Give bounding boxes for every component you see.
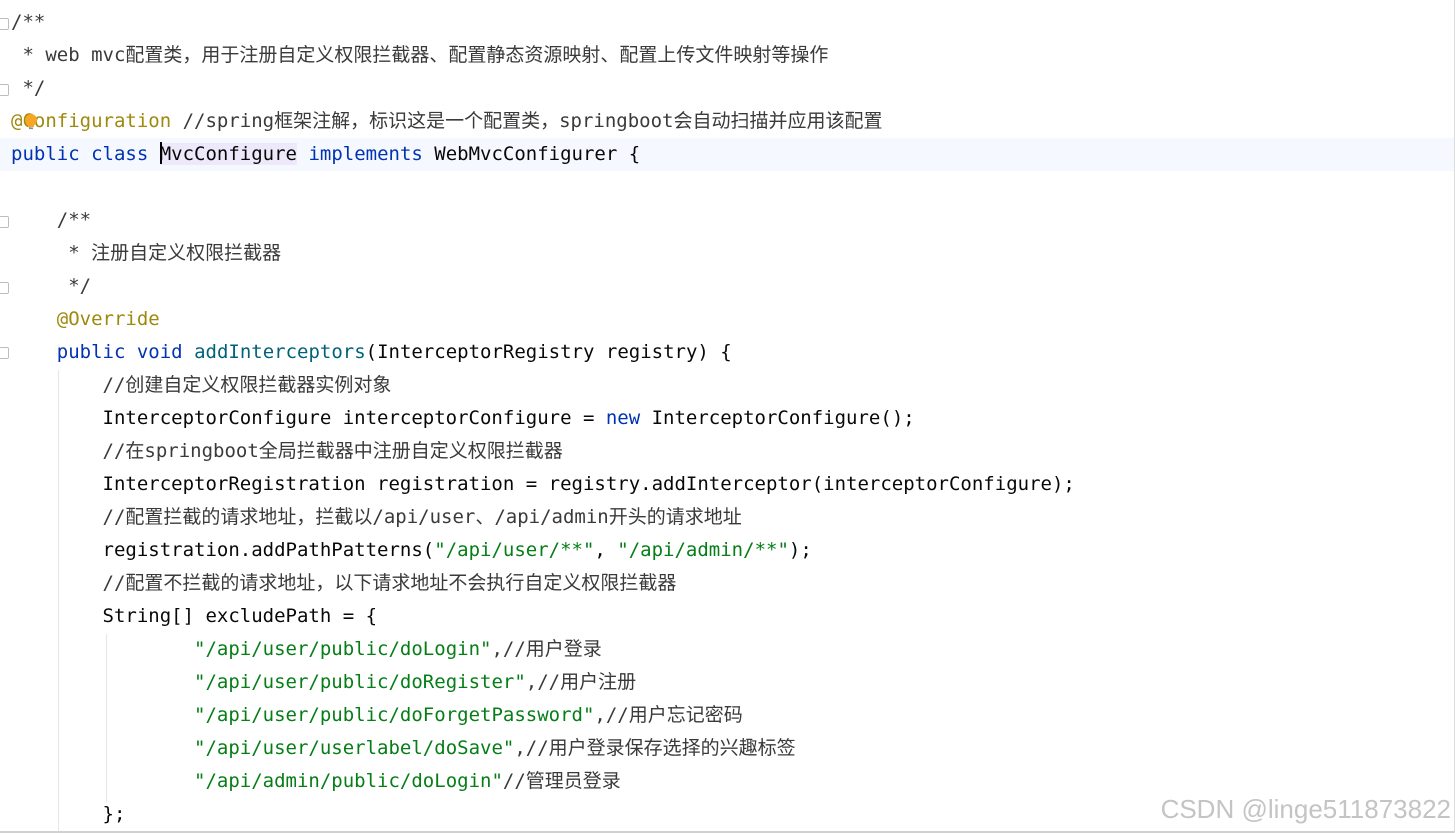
code-line[interactable]: * 注册自定义权限拦截器 (0, 237, 1455, 270)
code-token: InterceptorConfigure(); (640, 407, 915, 429)
code-token: new (605, 407, 641, 429)
code-token: //在springboot全局拦截器中注册自定义权限拦截器 (11, 440, 563, 462)
code-token: //管理员登录 (502, 770, 621, 792)
code-token: String[] excludePath = { (11, 605, 378, 627)
code-line[interactable]: String[] excludePath = { (0, 600, 1455, 633)
code-text: //配置拦截的请求地址，拦截以/api/user、/api/admin开头的请求… (11, 501, 742, 534)
code-text: //在springboot全局拦截器中注册自定义权限拦截器 (11, 435, 563, 468)
code-token: implements (308, 143, 423, 165)
code-line[interactable]: InterceptorRegistration registration = r… (0, 468, 1455, 501)
code-text: @Configuration //spring框架注解，标识这是一个配置类，sp… (11, 105, 883, 138)
code-token: InterceptorRegistration registration = r… (11, 473, 1075, 495)
code-token: ,//用户注册 (525, 671, 637, 693)
code-text: * 注册自定义权限拦截器 (11, 237, 281, 270)
code-token: ,//用户登录 (491, 638, 602, 660)
code-text: //创建自定义权限拦截器实例对象 (11, 369, 392, 402)
code-text: }; (11, 798, 126, 831)
code-line[interactable] (0, 171, 1455, 204)
code-token: registration.addPathPatterns( (11, 539, 435, 561)
code-token: InterceptorConfigure interceptorConfigur… (11, 407, 606, 429)
code-text: InterceptorRegistration registration = r… (11, 468, 1075, 501)
code-line[interactable]: //在springboot全局拦截器中注册自定义权限拦截器 (0, 435, 1455, 468)
code-line[interactable]: registration.addPathPatterns("/api/user/… (0, 534, 1455, 567)
code-token: , (594, 539, 618, 561)
code-token: /** (11, 11, 46, 33)
code-token: //配置不拦截的请求地址，以下请求地址不会执行自定义权限拦截器 (11, 572, 677, 594)
code-text: @Override (11, 303, 160, 336)
code-token: (InterceptorRegistry registry) { (365, 341, 732, 363)
code-token: public class (11, 143, 160, 165)
lightbulb-icon[interactable] (24, 114, 38, 130)
code-text: /** (11, 6, 45, 39)
code-token: */ (11, 77, 46, 99)
code-text: "/api/user/public/doForgetPassword",//用户… (11, 699, 743, 732)
code-token: //创建自定义权限拦截器实例对象 (11, 374, 392, 396)
code-token: MvcConfigure (159, 143, 297, 165)
code-line[interactable]: public class MvcConfigure implements Web… (0, 138, 1455, 171)
code-line[interactable]: "/api/user/public/doLogin",//用户登录 (0, 633, 1455, 666)
code-token: addInterceptors (194, 341, 366, 363)
code-token: ,//用户登录保存选择的兴趣标签 (514, 737, 796, 759)
code-text: //配置不拦截的请求地址，以下请求地址不会执行自定义权限拦截器 (11, 567, 677, 600)
code-line[interactable]: public void addInterceptors(InterceptorR… (0, 336, 1455, 369)
code-token: @Override (11, 308, 160, 330)
code-text: "/api/admin/public/doLogin"//管理员登录 (11, 765, 621, 798)
code-line[interactable]: */ (0, 72, 1455, 105)
code-text: * web mvc配置类，用于注册自定义权限拦截器、配置静态资源映射、配置上传文… (11, 39, 828, 72)
code-editor[interactable]: /** * web mvc配置类，用于注册自定义权限拦截器、配置静态资源映射、配… (0, 0, 1455, 833)
code-token: public void (56, 341, 183, 363)
code-line[interactable]: InterceptorConfigure interceptorConfigur… (0, 402, 1455, 435)
watermark: CSDN @linge511873822 (1160, 794, 1451, 824)
code-line[interactable]: @Configuration //spring框架注解，标识这是一个配置类，sp… (0, 105, 1455, 138)
code-token: ,//用户忘记密码 (594, 704, 743, 726)
code-line[interactable]: //配置拦截的请求地址，拦截以/api/user、/api/admin开头的请求… (0, 501, 1455, 534)
code-token: * 注册自定义权限拦截器 (11, 242, 282, 264)
code-token: ); (788, 539, 812, 561)
code-token: */ (11, 275, 92, 297)
code-text: */ (11, 270, 91, 303)
code-token: WebMvcConfigurer { (422, 143, 641, 165)
code-token: //配置拦截的请求地址，拦截以/api/user、/api/admin开头的请求… (11, 506, 742, 528)
code-text: String[] excludePath = { (11, 600, 378, 633)
code-text: "/api/user/public/doRegister",//用户注册 (11, 666, 636, 699)
code-text: public class MvcConfigure implements Web… (11, 138, 640, 171)
code-text: /** (11, 204, 91, 237)
code-line[interactable]: @Override (0, 303, 1455, 336)
code-line[interactable]: "/api/user/public/doForgetPassword",//用户… (0, 699, 1455, 732)
code-text: public void addInterceptors(InterceptorR… (11, 336, 732, 369)
code-line[interactable]: * web mvc配置类，用于注册自定义权限拦截器、配置静态资源映射、配置上传文… (0, 39, 1455, 72)
code-token: //spring框架注解，标识这是一个配置类，springboot会自动扫描并应… (171, 110, 883, 132)
code-text: InterceptorConfigure interceptorConfigur… (11, 402, 915, 435)
code-line[interactable]: */ (0, 270, 1455, 303)
code-text: "/api/user/public/doLogin",//用户登录 (11, 633, 602, 666)
code-token: * web mvc配置类，用于注册自定义权限拦截器、配置静态资源映射、配置上传文… (11, 44, 829, 66)
code-text: */ (11, 72, 45, 105)
code-token: }; (11, 803, 126, 825)
code-line[interactable]: "/api/user/public/doRegister",//用户注册 (0, 666, 1455, 699)
code-text: registration.addPathPatterns("/api/user/… (11, 534, 812, 567)
code-token: "/api/user/public/doLogin" (194, 638, 492, 660)
code-line[interactable]: /** (0, 6, 1455, 39)
code-line[interactable]: //配置不拦截的请求地址，以下请求地址不会执行自定义权限拦截器 (0, 567, 1455, 600)
code-token: "/api/user/userlabel/doSave" (194, 737, 515, 759)
code-line[interactable]: /** (0, 204, 1455, 237)
code-token: "/api/user/public/doRegister" (194, 671, 526, 693)
code-token: /** (11, 209, 92, 231)
code-token: "/api/admin/public/doLogin" (194, 770, 503, 792)
code-line[interactable]: "/api/user/userlabel/doSave",//用户登录保存选择的… (0, 732, 1455, 765)
code-token: "/api/user/**" (434, 539, 595, 561)
code-text: "/api/user/userlabel/doSave",//用户登录保存选择的… (11, 732, 796, 765)
code-token: "/api/admin/**" (617, 539, 789, 561)
text-caret (159, 142, 162, 164)
code-token: "/api/user/public/doForgetPassword" (194, 704, 595, 726)
code-line[interactable]: //创建自定义权限拦截器实例对象 (0, 369, 1455, 402)
